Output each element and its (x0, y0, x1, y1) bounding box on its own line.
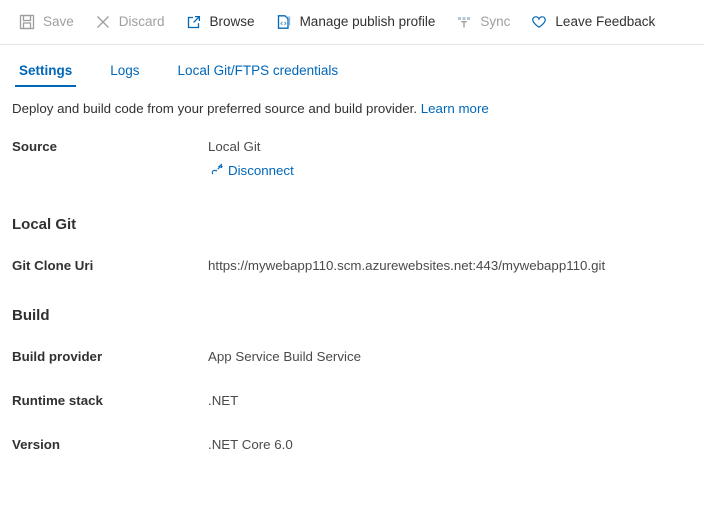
disconnect-button[interactable]: Disconnect (208, 162, 294, 178)
panel-description: Deploy and build code from your preferre… (0, 101, 704, 116)
browse-icon (185, 13, 203, 31)
tab-local-git-ftps-credentials[interactable]: Local Git/FTPS credentials (174, 63, 343, 87)
publish-profile-icon (275, 13, 293, 31)
git-clone-uri-row: Git Clone Uri https://mywebapp110.scm.az… (0, 257, 704, 275)
source-value-group: Local Git Disconnect (208, 138, 294, 178)
leave-feedback-label: Leave Feedback (555, 14, 656, 30)
version-value: .NET Core 6.0 (208, 437, 293, 452)
source-value: Local Git (208, 139, 261, 154)
build-provider-value: App Service Build Service (208, 349, 361, 364)
local-git-heading: Local Git (12, 216, 77, 233)
tab-local-git-ftps-credentials-label: Local Git/FTPS credentials (177, 63, 339, 78)
manage-publish-profile-label: Manage publish profile (299, 14, 436, 30)
tab-settings-label: Settings (19, 63, 73, 78)
runtime-stack-label: Runtime stack (12, 393, 103, 408)
sync-label: Sync (480, 14, 511, 30)
git-clone-uri-value: https://mywebapp110.scm.azurewebsites.ne… (208, 258, 606, 273)
git-clone-uri-label: Git Clone Uri (12, 258, 94, 273)
disconnect-label: Disconnect (228, 162, 294, 178)
panel-description-text: Deploy and build code from your preferre… (12, 101, 418, 116)
save-button[interactable]: Save (18, 6, 74, 38)
build-heading: Build (12, 307, 50, 324)
learn-more-link[interactable]: Learn more (421, 101, 489, 116)
build-provider-row: Build provider App Service Build Service (0, 348, 704, 366)
discard-label: Discard (118, 14, 165, 30)
discard-icon (94, 13, 112, 31)
source-row: Source Local Git Disconnect (0, 138, 704, 178)
build-provider-label: Build provider (12, 349, 103, 364)
save-icon (18, 13, 36, 31)
runtime-stack-row: Runtime stack .NET (0, 392, 704, 410)
version-label: Version (12, 437, 61, 452)
browse-button[interactable]: Browse (185, 6, 255, 38)
sync-icon (455, 13, 473, 31)
disconnect-icon (208, 162, 224, 178)
command-toolbar: Save Discard Browse Manage publish profi… (0, 0, 704, 45)
discard-button[interactable]: Discard (94, 6, 165, 38)
browse-label: Browse (209, 14, 255, 30)
tab-logs[interactable]: Logs (106, 63, 143, 87)
version-row: Version .NET Core 6.0 (0, 436, 704, 454)
settings-panel: Deploy and build code from your preferre… (0, 87, 704, 454)
runtime-stack-value: .NET (208, 393, 239, 408)
tab-logs-label: Logs (110, 63, 140, 78)
save-label: Save (43, 14, 74, 30)
source-label: Source (12, 139, 58, 154)
leave-feedback-button[interactable]: Leave Feedback (530, 6, 655, 38)
heart-icon (530, 13, 548, 31)
tab-bar: Settings Logs Local Git/FTPS credentials (0, 45, 704, 87)
tab-settings[interactable]: Settings (15, 63, 77, 87)
sync-button[interactable]: Sync (455, 6, 510, 38)
manage-publish-profile-button[interactable]: Manage publish profile (275, 6, 436, 38)
